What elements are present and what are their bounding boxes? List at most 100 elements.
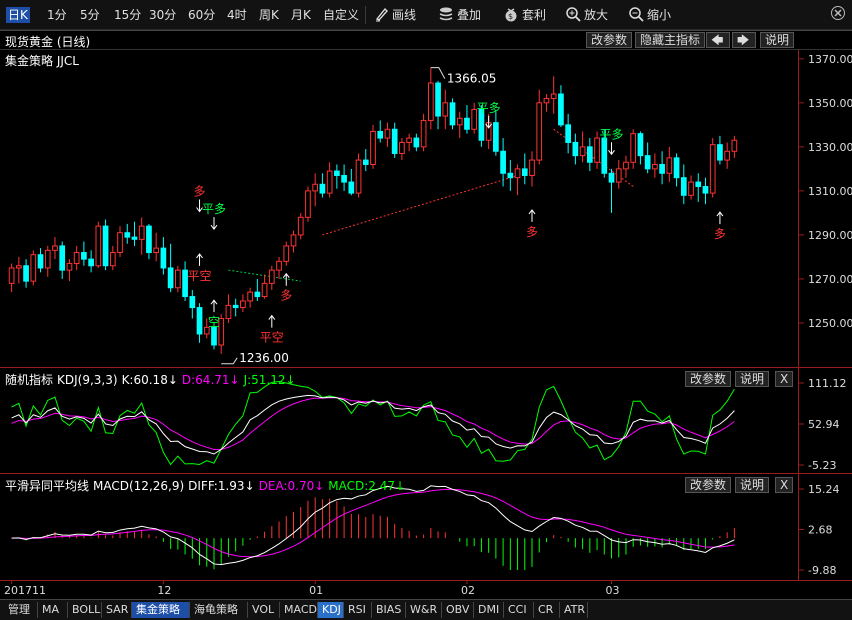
signal-arrow [528, 209, 536, 222]
candle-body [731, 139, 738, 152]
candle-body [507, 172, 514, 179]
candle-body [88, 258, 94, 267]
candle-body [377, 130, 384, 139]
candle-body [117, 232, 123, 254]
candle-body [572, 141, 579, 157]
macd-dea-value: DEA:0.70↓ [258, 479, 325, 493]
tab-5[interactable]: 海龟策略 [190, 602, 248, 618]
candle-body [666, 157, 673, 174]
price-tick-label: 1290.00 [808, 229, 852, 242]
candle-body [391, 128, 398, 154]
macd-close-button[interactable]: X [775, 477, 794, 493]
price-tick-label: 1250.00 [808, 317, 852, 330]
candle-body [124, 232, 131, 238]
candle-body [319, 183, 326, 194]
kdj-header: 随机指标 KDJ(9,3,3) K:60.18↓ D:64.71↓ J:51.12↓ [5, 371, 300, 388]
macd-explain-button[interactable]: 说明 [735, 477, 770, 493]
candle-body [652, 163, 658, 170]
candle-body [326, 170, 333, 194]
candle-body [30, 254, 37, 282]
macd-header: 平滑异同平均线 MACD(12,26,9) DIFF:1.93↓ DEA:0.70↓ M… [5, 477, 409, 494]
kdj-close-button[interactable]: X [775, 371, 794, 387]
x-axis-label: 201711 [4, 584, 46, 597]
macd-edit-params-button[interactable]: 改参数 [685, 477, 732, 493]
tab-16[interactable]: ATR [560, 602, 588, 618]
tab-10[interactable]: BIAS [372, 602, 406, 618]
candle-body [355, 159, 362, 194]
candle-body [334, 170, 340, 176]
candle-body [615, 168, 622, 183]
candle-body [449, 102, 456, 126]
next-arrow-icon[interactable]: 🡆 [732, 32, 756, 48]
price-tick-label: 1310.00 [808, 185, 852, 198]
hide-main-indicator-button[interactable]: 隐藏主指标 [635, 32, 706, 48]
candle-body [406, 137, 412, 143]
kdj-k-line [11, 394, 735, 455]
tab-4[interactable]: 集金策略 [132, 602, 190, 618]
candle-body [558, 93, 564, 126]
tab-3[interactable]: SAR [102, 602, 132, 618]
signal-label: 平空 [188, 269, 212, 283]
candle-body [276, 260, 282, 271]
candle-body [81, 252, 87, 260]
tab-8[interactable]: KDJ [318, 602, 344, 618]
candle-body [536, 102, 543, 161]
signal-label: 多 [526, 225, 538, 239]
signal-label: 平空 [260, 331, 284, 345]
tab-13[interactable]: DMI [474, 602, 504, 618]
candle-body [384, 128, 391, 139]
candle-body [500, 150, 506, 174]
candle-body [175, 269, 181, 289]
edit-params-button[interactable]: 改参数 [586, 32, 633, 48]
candle-body [52, 245, 58, 251]
tab-0[interactable]: 管理 [4, 602, 38, 618]
candle-body [102, 225, 109, 267]
price-tick-label: 1270.00 [808, 273, 852, 286]
tab-11[interactable]: W&R [406, 602, 442, 618]
signal-label: 多 [714, 227, 726, 241]
candle-body [254, 291, 261, 298]
tab-12[interactable]: OBV [442, 602, 474, 618]
candle-body [594, 137, 600, 163]
candle-body [493, 122, 499, 152]
high-marker [430, 67, 446, 79]
candle-body [427, 82, 434, 121]
kdj-explain-button[interactable]: 说明 [735, 371, 770, 387]
prev-arrow-icon[interactable]: 🡄 [706, 32, 730, 48]
candle-body [167, 267, 174, 289]
candle-body [59, 245, 66, 271]
tab-14[interactable]: CCI [504, 602, 534, 618]
explain-button[interactable]: 说明 [760, 32, 795, 48]
signal-label: 多 [280, 289, 292, 303]
price-tick-label: 1370.00 [808, 53, 852, 66]
tab-6[interactable]: VOL [248, 602, 280, 618]
candle-body [529, 159, 535, 176]
macd-value: MACD:2.47↓ [328, 479, 406, 493]
signal-label: 空 [208, 315, 220, 329]
candle-body [261, 282, 268, 298]
candle-body [232, 304, 239, 309]
candle-body [15, 265, 22, 269]
candle-body [362, 159, 369, 165]
kdj-edit-params-button[interactable]: 改参数 [685, 371, 732, 387]
candle-body [44, 249, 51, 269]
candle-body [73, 252, 80, 265]
macd-tick-label: 15.24 [808, 483, 840, 496]
candle-body [399, 141, 405, 154]
tab-15[interactable]: CR [534, 602, 560, 618]
candle-body [550, 93, 557, 99]
x-axis-label: 03 [606, 584, 620, 597]
kdj-d-value: D:64.71↓ [181, 373, 240, 387]
high-price-label: 1366.05 [447, 72, 497, 86]
tab-7[interactable]: MACD [280, 602, 318, 618]
tab-9[interactable]: RSI [344, 602, 372, 618]
macd-name: 平滑异同平均线 [5, 479, 90, 493]
candle-body [131, 236, 138, 240]
candle-body [305, 190, 311, 218]
candle-body [312, 183, 319, 192]
candle-body [637, 133, 644, 157]
candle-body [240, 300, 246, 309]
signal-label: 多 [194, 185, 206, 199]
tab-1[interactable]: MA [38, 602, 68, 618]
tab-2[interactable]: BOLL [68, 602, 102, 618]
